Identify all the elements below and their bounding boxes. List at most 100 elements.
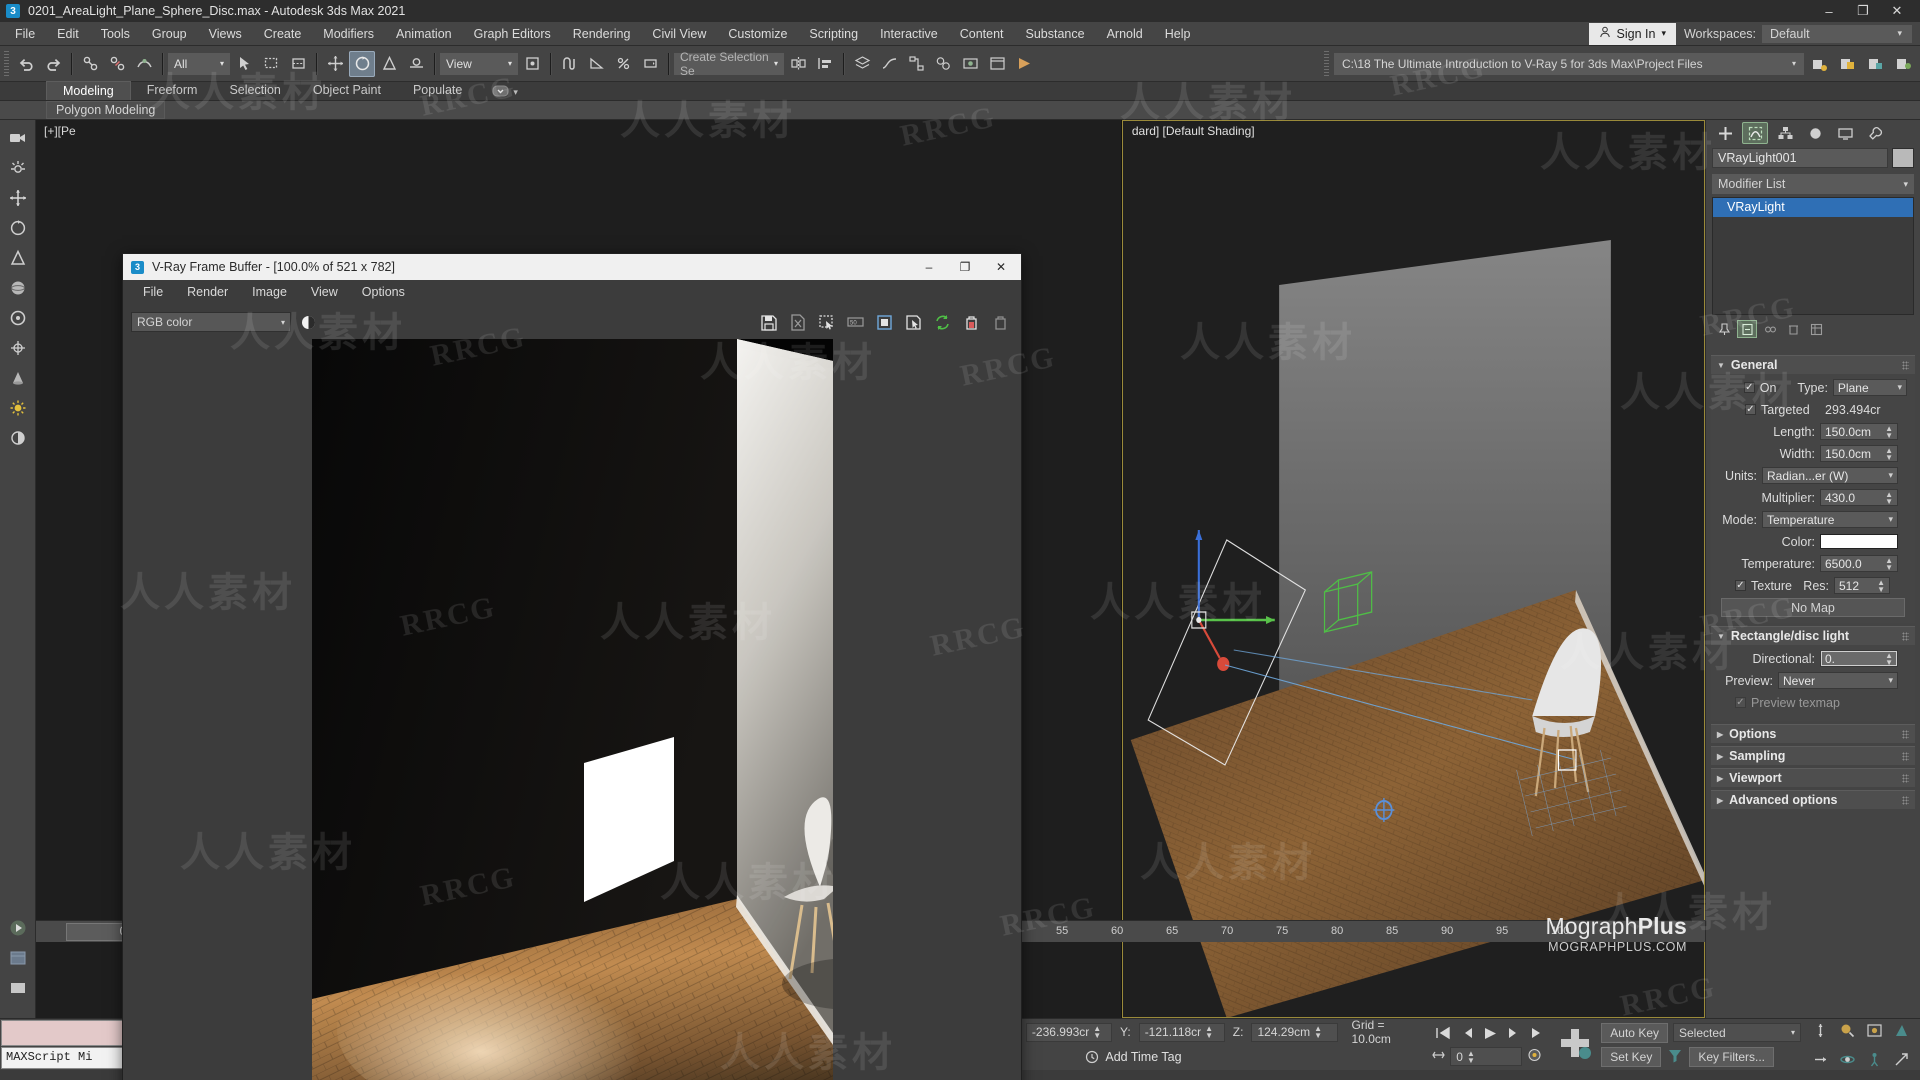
create-cone-icon[interactable]: [4, 364, 32, 392]
spinner-arrows-icon[interactable]: ▲ ▼: [1885, 490, 1893, 505]
z-coord-field[interactable]: 124.29cm ▲ ▼: [1251, 1022, 1338, 1042]
light-color-swatch[interactable]: [1820, 534, 1898, 549]
material-editor-icon[interactable]: [930, 51, 956, 77]
rollout-header-options[interactable]: ▶ Options: [1711, 724, 1915, 743]
selection-filter-combo[interactable]: All ▾: [168, 52, 230, 75]
vfb-minimize-button[interactable]: –: [911, 254, 947, 280]
create-light-icon[interactable]: [4, 154, 32, 182]
modifier-stack[interactable]: VRayLight: [1712, 197, 1914, 315]
menu-rendering[interactable]: Rendering: [562, 22, 642, 46]
type-combo[interactable]: Plane: [1832, 379, 1907, 396]
ribbon-tab-freeform[interactable]: Freeform: [131, 81, 214, 100]
vfb-menu-options[interactable]: Options: [350, 280, 417, 305]
bind-space-warp-icon[interactable]: [131, 51, 157, 77]
rollout-header-advanced-options[interactable]: ▶ Advanced options: [1711, 790, 1915, 809]
spinner-snap-icon[interactable]: [637, 51, 663, 77]
hierarchy-tab-icon[interactable]: [1772, 122, 1798, 144]
vray-frame-buffer-window[interactable]: 3 V-Ray Frame Buffer - [100.0% of 521 x …: [122, 253, 1022, 1080]
pivot-icon[interactable]: [519, 51, 545, 77]
stamp-icon[interactable]: 50: [842, 309, 868, 335]
previous-frame-icon[interactable]: [1455, 1023, 1477, 1043]
mode-combo[interactable]: Temperature: [1762, 511, 1898, 528]
select-rotate-tool-icon[interactable]: [4, 214, 32, 242]
named-selection-set-combo[interactable]: Create Selection Se ▾: [674, 50, 784, 78]
mirror-icon[interactable]: [785, 51, 811, 77]
select-scale-icon[interactable]: [376, 51, 402, 77]
spinner-arrows-icon[interactable]: ▲ ▼: [1467, 1049, 1475, 1064]
rollout-header-sampling[interactable]: ▶ Sampling: [1711, 746, 1915, 765]
add-time-tag-group[interactable]: Add Time Tag: [1085, 1050, 1182, 1064]
on-checkbox[interactable]: ✓: [1744, 382, 1755, 393]
vfb-maximize-button[interactable]: ❐: [947, 254, 983, 280]
menu-edit[interactable]: Edit: [46, 22, 90, 46]
layer-manager-icon[interactable]: [849, 51, 875, 77]
select-scale-tool-icon[interactable]: [4, 244, 32, 272]
ribbon-tab-populate[interactable]: Populate: [397, 81, 478, 100]
field-of-view-icon[interactable]: [1888, 1017, 1914, 1043]
remove-modifier-icon[interactable]: [1783, 320, 1803, 338]
rendered-image[interactable]: [311, 339, 833, 1080]
vfb-menu-image[interactable]: Image: [240, 280, 299, 305]
maximize-button[interactable]: ❐: [1846, 0, 1880, 22]
targeted-checkbox[interactable]: ✓: [1745, 404, 1756, 415]
select-rotate-icon[interactable]: [349, 50, 375, 77]
maximize-viewport-icon[interactable]: [1888, 1046, 1914, 1072]
directional-spinner[interactable]: 0. ▲ ▼: [1820, 650, 1898, 667]
region-render-icon[interactable]: [813, 309, 839, 335]
close-button[interactable]: ✕: [1880, 0, 1914, 22]
menu-civil-view[interactable]: Civil View: [641, 22, 717, 46]
create-sphere-icon[interactable]: [4, 274, 32, 302]
menu-animation[interactable]: Animation: [385, 22, 463, 46]
spinner-arrows-icon[interactable]: ▲ ▼: [1205, 1025, 1213, 1040]
project-folder-icon[interactable]: [1834, 51, 1860, 77]
spinner-arrows-icon[interactable]: ▲ ▼: [1877, 578, 1885, 593]
menu-create[interactable]: Create: [253, 22, 313, 46]
project-path-combo[interactable]: C:\18 The Ultimate Introduction to V-Ray…: [1334, 52, 1804, 75]
spinner-arrows-icon[interactable]: ▲ ▼: [1885, 446, 1893, 461]
menu-content[interactable]: Content: [949, 22, 1015, 46]
width-spinner[interactable]: 150.0cm ▲ ▼: [1820, 445, 1898, 462]
modifier-list-combo[interactable]: Modifier List ▾: [1712, 174, 1914, 194]
vfb-settings-icon[interactable]: [871, 309, 897, 335]
viewport-left-label[interactable]: [+][Pe: [44, 124, 76, 138]
key-mode-toggle-icon[interactable]: [1555, 1023, 1595, 1066]
snap-toggle-icon[interactable]: [556, 51, 582, 77]
toolbar-grip[interactable]: [4, 50, 9, 77]
align-icon[interactable]: [812, 51, 838, 77]
orbit-icon[interactable]: [1834, 1046, 1860, 1072]
key-mode-combo[interactable]: Selected ▾: [1673, 1023, 1801, 1042]
next-frame-icon[interactable]: [1503, 1023, 1525, 1043]
spinner-arrows-icon[interactable]: ▲ ▼: [1885, 424, 1893, 439]
percent-snap-icon[interactable]: [610, 51, 636, 77]
go-to-start-icon[interactable]: [1431, 1023, 1453, 1043]
menu-interactive[interactable]: Interactive: [869, 22, 949, 46]
walk-through-icon[interactable]: [1861, 1046, 1887, 1072]
menu-arnold[interactable]: Arnold: [1096, 22, 1154, 46]
rollout-header-general[interactable]: ▼ General: [1711, 355, 1915, 374]
object-color-swatch[interactable]: [1892, 148, 1914, 168]
select-object-icon[interactable]: [231, 51, 257, 77]
vfb-menu-render[interactable]: Render: [175, 280, 240, 305]
render-frame-window-icon[interactable]: [984, 51, 1010, 77]
menu-scripting[interactable]: Scripting: [798, 22, 869, 46]
ribbon-panel-polygon-modeling[interactable]: Polygon Modeling: [46, 101, 166, 119]
key-filters-button[interactable]: Key Filters...: [1689, 1046, 1775, 1067]
vfb-channel-combo[interactable]: RGB color ▾: [131, 312, 291, 332]
preview-combo[interactable]: Never: [1778, 672, 1898, 689]
ribbon-tab-selection[interactable]: Selection: [213, 81, 296, 100]
render-last-icon[interactable]: [958, 309, 984, 335]
vfb-image-area[interactable]: [123, 339, 1021, 1080]
current-frame-field[interactable]: 0 ▲ ▼: [1450, 1047, 1523, 1066]
vfb-close-button[interactable]: ✕: [983, 254, 1019, 280]
res-spinner[interactable]: 512 ▲ ▼: [1834, 577, 1890, 594]
minimize-button[interactable]: –: [1812, 0, 1846, 22]
select-link-icon[interactable]: [77, 51, 103, 77]
play-animation-icon[interactable]: [4, 914, 32, 942]
create-material-icon[interactable]: [4, 424, 32, 452]
spinner-arrows-icon[interactable]: ▲ ▼: [1093, 1025, 1101, 1040]
time-config-icon[interactable]: [4, 944, 32, 972]
configure-sets-icon[interactable]: [1806, 320, 1826, 338]
clear-image-icon[interactable]: [784, 309, 810, 335]
multiplier-spinner[interactable]: 430.0 ▲ ▼: [1820, 489, 1898, 506]
curve-editor-icon[interactable]: [876, 51, 902, 77]
